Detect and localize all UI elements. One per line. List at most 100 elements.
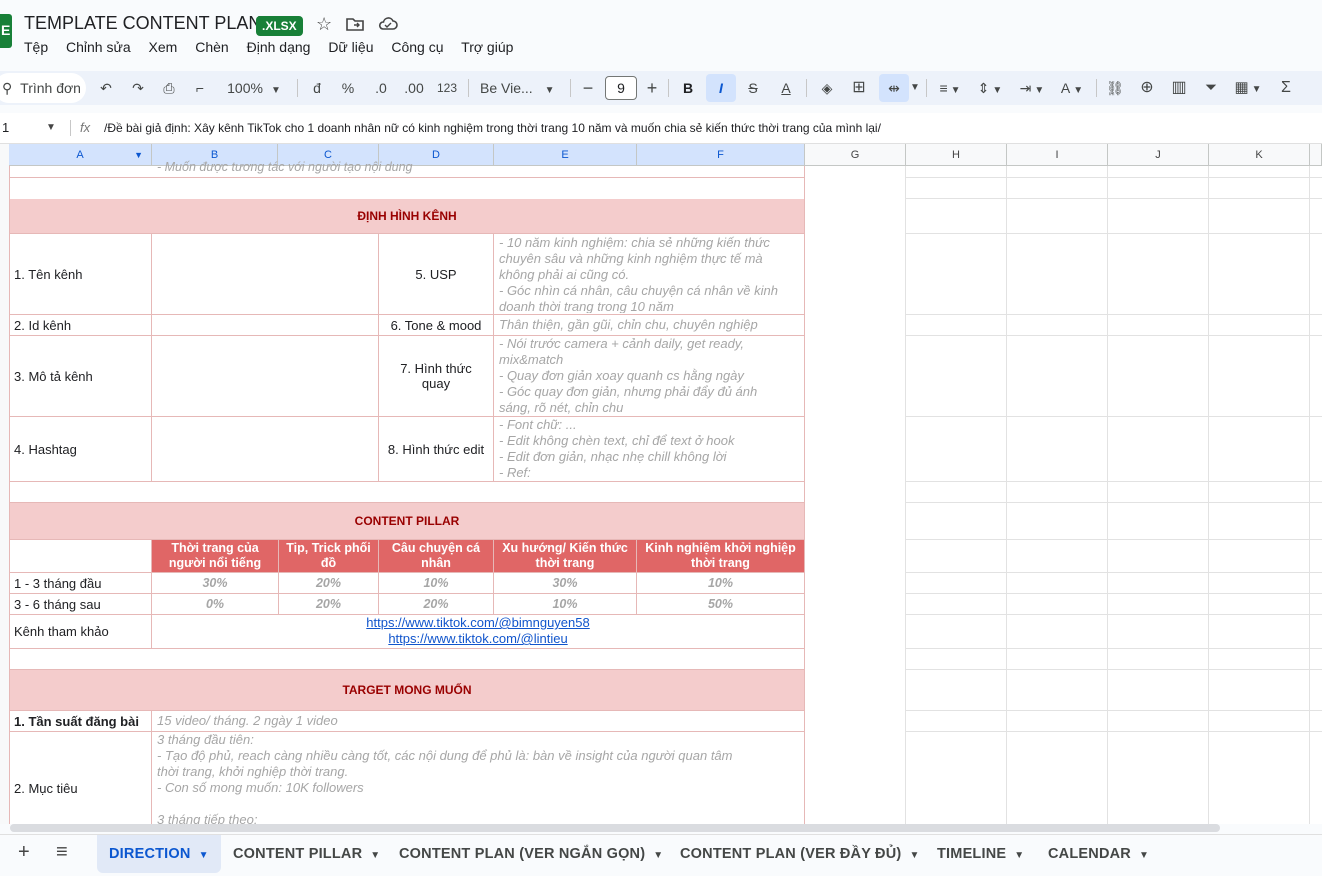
font-size-increase-button[interactable]: + — [644, 71, 660, 105]
col-header-g[interactable]: G — [805, 144, 906, 166]
pillar-col-tips[interactable]: Tip, Trick phối đồ — [279, 540, 378, 572]
pillar-value[interactable]: 20% — [379, 594, 493, 614]
label-mo-ta-kenh[interactable]: 3. Mô tả kênh — [10, 336, 151, 416]
pillar-row-label-1[interactable]: 1 - 3 tháng đầu — [10, 573, 151, 593]
italic-button[interactable]: I — [706, 74, 736, 102]
label-frequency[interactable]: 1. Tần suất đăng bài — [10, 711, 151, 731]
pillar-col-story[interactable]: Câu chuyện cá nhân — [379, 540, 493, 572]
pillar-col-trend[interactable]: Xu hướng/ Kiến thức thời trang — [494, 540, 636, 572]
menu-edit[interactable]: Chỉnh sửa — [66, 39, 131, 55]
col-header-a[interactable]: A ▼ — [9, 144, 152, 166]
pillar-value[interactable]: 10% — [494, 594, 636, 614]
font-select[interactable]: Be Vie... ▼ — [480, 71, 560, 105]
reference-label[interactable]: Kênh tham khảo — [10, 615, 151, 648]
chart-icon[interactable]: ▥ — [1168, 71, 1190, 105]
tab-content-plan-full[interactable]: CONTENT PLAN (VER ĐẦY ĐỦ) ▼ — [680, 835, 920, 873]
table-view-icon[interactable]: ▦ ▼ — [1230, 71, 1266, 105]
menu-tools[interactable]: Công cụ — [391, 39, 443, 55]
reference-link[interactable]: https://www.tiktok.com/@lintieu — [388, 631, 567, 646]
pillar-row-label-2[interactable]: 3 - 6 tháng sau — [10, 594, 151, 614]
sheets-logo-icon[interactable]: E — [0, 14, 12, 48]
tab-content-plan-short[interactable]: CONTENT PLAN (VER NGẮN GỌN) ▼ — [399, 835, 663, 873]
col-header-h[interactable]: H — [906, 144, 1007, 166]
font-size-input[interactable]: 9 — [605, 76, 637, 100]
pillar-value[interactable]: 30% — [152, 573, 278, 593]
label-hashtag[interactable]: 4. Hashtag — [10, 417, 151, 481]
pillar-value[interactable]: 50% — [637, 594, 804, 614]
functions-button[interactable]: Σ — [1276, 71, 1296, 105]
number-format-button[interactable]: 123 — [435, 71, 459, 105]
value-goal[interactable]: 3 tháng đầu tiên: - Tạo độ phủ, reach cà… — [152, 732, 804, 824]
horizontal-scrollbar[interactable] — [10, 824, 1220, 832]
bold-button[interactable]: B — [678, 71, 698, 105]
horizontal-align-icon[interactable]: ≡ ▼ — [934, 71, 966, 105]
tab-calendar[interactable]: CALENDAR ▼ — [1048, 835, 1149, 873]
chevron-down-icon[interactable]: ▼ — [134, 144, 143, 166]
pillar-value[interactable]: 30% — [494, 573, 636, 593]
section-header-dinh-hinh[interactable]: ĐỊNH HÌNH KÊNH — [10, 199, 804, 233]
currency-button[interactable]: đ — [308, 71, 326, 105]
tab-content-pillar[interactable]: CONTENT PILLAR ▼ — [233, 835, 380, 873]
link-icon[interactable]: ⛓ — [1104, 71, 1126, 105]
pillar-value[interactable]: 10% — [637, 573, 804, 593]
pillar-col-startup[interactable]: Kinh nghiệm khởi nghiệp thời trang — [637, 540, 804, 572]
col-header-i[interactable]: I — [1007, 144, 1108, 166]
document-title[interactable]: TEMPLATE CONTENT PLAN — [24, 13, 261, 34]
pillar-value[interactable]: 10% — [379, 573, 493, 593]
move-folder-icon[interactable] — [346, 16, 364, 37]
all-sheets-icon[interactable]: ≡ — [56, 841, 68, 864]
label-hinh-thuc-quay[interactable]: 7. Hình thức quay — [379, 336, 493, 416]
merge-cells-icon[interactable]: ⇹ — [879, 74, 909, 102]
menu-view[interactable]: Xem — [149, 39, 178, 55]
print-icon[interactable]: ⎙ — [159, 71, 179, 105]
value-frequency[interactable]: 15 video/ tháng. 2 ngày 1 video — [152, 713, 804, 731]
col-header-f[interactable]: F — [637, 144, 805, 166]
menu-help[interactable]: Trợ giúp — [461, 39, 513, 55]
label-usp[interactable]: 5. USP — [379, 234, 493, 314]
text-wrap-icon[interactable]: ⇥ ▼ — [1016, 71, 1048, 105]
add-sheet-icon[interactable]: + — [18, 841, 30, 864]
fill-color-icon[interactable]: ◈ — [816, 71, 838, 105]
value-hinh-thuc-edit[interactable]: - Font chữ: ... - Edit không chèn text, … — [494, 417, 804, 481]
comment-icon[interactable]: ⊕ — [1136, 71, 1158, 105]
tab-timeline[interactable]: TIMELINE ▼ — [937, 835, 1024, 873]
label-goal[interactable]: 2. Mục tiêu — [10, 732, 151, 824]
zoom-select[interactable]: 100% ▼ — [222, 71, 286, 105]
pillar-col-celebrity[interactable]: Thời trang của người nổi tiếng — [152, 540, 278, 572]
text-rotation-icon[interactable]: A ▼ — [1056, 71, 1088, 105]
borders-icon[interactable]: ⊞ — [848, 71, 870, 105]
menu-insert[interactable]: Chèn — [195, 39, 228, 55]
cloud-status-icon[interactable] — [378, 16, 398, 37]
value-tone-mood[interactable]: Thân thiện, gần gũi, chỉn chu, chuyên ng… — [494, 317, 804, 335]
font-size-decrease-button[interactable]: − — [580, 71, 596, 105]
strikethrough-button[interactable]: S — [742, 71, 764, 105]
formula-input[interactable]: /Đề bài giả định: Xây kênh TikTok cho 1 … — [104, 113, 881, 143]
value-usp[interactable]: - 10 năm kinh nghiệm: chia sẻ những kiến… — [494, 235, 804, 313]
section-header-target[interactable]: TARGET MONG MUỐN — [10, 670, 804, 710]
spreadsheet-grid[interactable]: A ▼ B C D E F G H I J K - Muốn được tương… — [0, 144, 1322, 824]
filter-icon[interactable]: ⏷ — [1200, 71, 1222, 105]
label-ten-kenh[interactable]: 1. Tên kênh — [10, 234, 151, 314]
menu-format[interactable]: Định dạng — [247, 39, 311, 55]
label-id-kenh[interactable]: 2. Id kênh — [10, 315, 151, 335]
text-color-button[interactable]: A — [774, 71, 798, 105]
star-icon[interactable]: ☆ — [316, 14, 332, 35]
redo-icon[interactable]: ↷ — [128, 71, 148, 105]
chevron-down-icon[interactable]: ▼ — [46, 113, 56, 143]
reference-link[interactable]: https://www.tiktok.com/@bimnguyen58 — [366, 615, 589, 630]
tab-direction[interactable]: DIRECTION ▼ — [97, 835, 221, 873]
increase-decimal-button[interactable]: .00 — [402, 71, 426, 105]
decrease-decimal-button[interactable]: .0 — [370, 71, 392, 105]
paint-format-icon[interactable]: ⌐ — [190, 71, 210, 105]
menu-search-input[interactable]: ⚲ Trình đơn — [0, 73, 86, 103]
percent-button[interactable]: % — [338, 71, 358, 105]
pillar-value[interactable]: 0% — [152, 594, 278, 614]
label-hinh-thuc-edit[interactable]: 8. Hình thức edit — [379, 417, 493, 481]
col-header-j[interactable]: J — [1108, 144, 1209, 166]
col-header-k[interactable]: K — [1209, 144, 1310, 166]
pillar-value[interactable]: 20% — [279, 573, 378, 593]
vertical-align-icon[interactable]: ⇕ ▼ — [974, 71, 1006, 105]
label-tone-mood[interactable]: 6. Tone & mood — [379, 315, 493, 335]
undo-icon[interactable]: ↶ — [96, 71, 116, 105]
pillar-value[interactable]: 20% — [279, 594, 378, 614]
